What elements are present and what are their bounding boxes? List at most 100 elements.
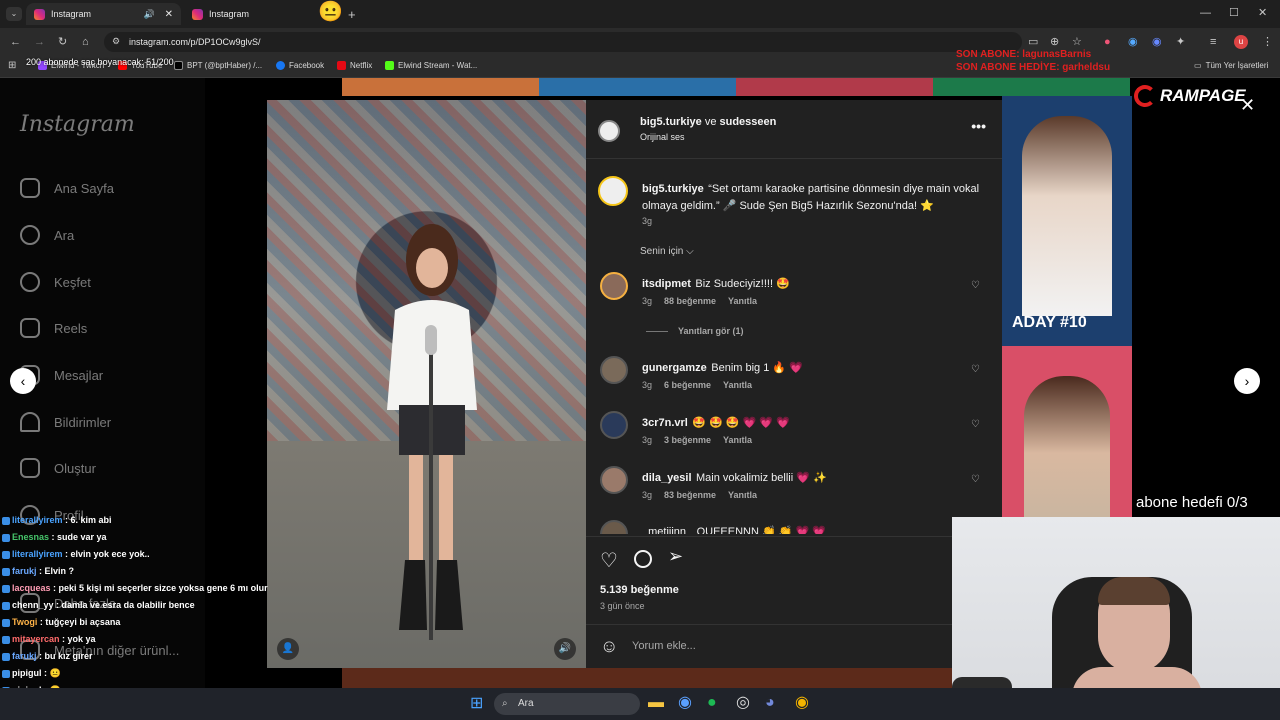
reload-icon[interactable]: ↻ <box>58 37 67 48</box>
nav-create[interactable]: Oluştur <box>20 458 96 478</box>
nav-explore[interactable]: Keşfet <box>20 272 91 292</box>
chat-username[interactable]: mitayercan <box>12 634 60 644</box>
chat-username[interactable]: chenn_yy <box>12 600 54 610</box>
bookmark-item[interactable]: Netflix <box>337 61 372 70</box>
chat-text: yok ya <box>67 634 96 644</box>
sub-goal-overlay: abone hedefi 0/3 <box>1136 494 1248 511</box>
subscriber-badge-icon <box>2 584 10 593</box>
like-comment-heart-icon[interactable]: ♡ <box>971 280 980 291</box>
extension-icon[interactable]: ◉ <box>1128 37 1138 48</box>
nav-reels[interactable]: Reels <box>20 318 87 338</box>
view-replies-button[interactable]: Yanıtları gör (1) <box>646 326 744 336</box>
nav-home[interactable]: Ana Sayfa <box>20 178 114 198</box>
file-explorer-icon[interactable]: ▬ <box>648 695 664 711</box>
zoom-icon[interactable]: ⊕ <box>1050 37 1059 48</box>
nav-notifications[interactable]: Bildirimler <box>20 412 111 432</box>
back-icon[interactable]: ← <box>10 37 21 48</box>
close-tab-icon[interactable]: ✕ <box>165 9 173 20</box>
previous-post-arrow-icon[interactable]: ‹ <box>10 368 36 394</box>
cast-icon[interactable]: ▭ <box>1028 37 1038 48</box>
bookmark-item[interactable]: BPT (@bptHaber) /... <box>174 61 262 70</box>
discord-icon[interactable]: ◕ <box>765 695 775 711</box>
bookmark-star-icon[interactable]: ☆ <box>1072 37 1082 48</box>
chat-text: sude var ya <box>57 532 107 542</box>
chat-username[interactable]: Twogi <box>12 617 37 627</box>
obs-icon[interactable]: ◎ <box>736 695 750 711</box>
audio-link[interactable]: Orijinal ses <box>640 132 685 142</box>
post-details-panel: big5.turkiye ve sudesseen Orijinal ses •… <box>586 100 1002 668</box>
chat-username[interactable]: literallyirem <box>12 549 63 559</box>
extension-icon[interactable]: ◉ <box>1152 37 1162 48</box>
menu-kebab-icon[interactable]: ⋮ <box>1262 37 1273 48</box>
url-field[interactable]: ⚙ instagram.com/p/DP1OCw9glvS/ <box>104 32 1022 52</box>
instagram-logo[interactable]: Instagram <box>20 112 135 137</box>
post-media-video[interactable]: 👤 🔊 <box>267 100 586 668</box>
subscriber-badge-icon <box>2 652 10 661</box>
last-sub-overlay: SON ABONE: lagunasBarnis SON ABONE HEDİY… <box>956 49 1111 73</box>
new-tab-icon[interactable]: + <box>348 8 356 21</box>
tab-search-icon[interactable]: ⌄ <box>6 7 22 21</box>
audio-playing-icon[interactable]: 🔊 <box>144 9 155 20</box>
media-control-icon[interactable]: ≡ <box>1210 37 1216 48</box>
like-comment-heart-icon[interactable]: ♡ <box>971 364 980 375</box>
tab-instagram-active[interactable]: Instagram 🔊 ✕ <box>26 3 181 25</box>
chat-message: farukj : Elvin ? <box>2 566 74 576</box>
chat-username[interactable]: Enesnas <box>12 532 49 542</box>
author-link[interactable]: big5.turkiye <box>640 116 702 128</box>
taskbar-search[interactable]: ⌕ Ara <box>494 693 640 715</box>
like-heart-icon[interactable]: ♡ <box>600 548 618 573</box>
coauthor-link[interactable]: sudesseen <box>720 116 777 128</box>
comment-filter-dropdown[interactable]: Senin için ⌵ <box>640 246 694 257</box>
post-header: big5.turkiye ve sudesseen <box>640 116 777 128</box>
spotify-icon[interactable]: ● <box>707 695 717 711</box>
minimize-icon[interactable]: — <box>1200 8 1211 19</box>
home-icon[interactable]: ⌂ <box>82 37 89 48</box>
bookmark-item[interactable]: Facebook <box>276 61 324 70</box>
subscriber-badge-icon <box>2 567 10 576</box>
chat-username[interactable]: literallyirem <box>12 515 63 525</box>
next-post-arrow-icon[interactable]: › <box>1234 368 1260 394</box>
browser-icon[interactable]: ◉ <box>678 695 692 711</box>
tab-instagram[interactable]: Instagram <box>184 3 339 25</box>
chat-username[interactable]: farukj <box>12 566 37 576</box>
author-avatar[interactable] <box>598 120 620 142</box>
profile-avatar-icon[interactable]: u <box>1234 35 1248 49</box>
commenter-avatar[interactable] <box>600 520 628 534</box>
commenter-avatar[interactable] <box>600 411 628 439</box>
commenter-avatar[interactable] <box>600 272 628 300</box>
like-count[interactable]: 5.139 beğenme <box>600 584 679 596</box>
like-comment-heart-icon[interactable]: ♡ <box>971 474 980 485</box>
bookmark-item[interactable]: Elwind Stream - Wat... <box>385 61 477 70</box>
share-paper-plane-icon[interactable]: ➢ <box>668 546 683 567</box>
chat-text: Elvin ? <box>44 566 75 576</box>
maximize-icon[interactable]: ☐ <box>1229 8 1239 19</box>
more-options-icon[interactable]: ••• <box>971 118 986 134</box>
volume-icon[interactable]: 🔊 <box>554 638 576 660</box>
windows-start-icon[interactable]: ⊞ <box>470 696 483 712</box>
nav-search[interactable]: Ara <box>20 225 74 245</box>
x-icon <box>174 61 183 70</box>
search-icon <box>20 225 40 245</box>
all-bookmarks[interactable]: ▭ Tüm Yer İşaretleri <box>1194 61 1268 70</box>
comment-bubble-icon[interactable] <box>634 550 652 568</box>
extension-icon[interactable]: ● <box>1104 37 1111 48</box>
chat-username[interactable]: pipigul <box>12 668 42 678</box>
caption-avatar[interactable] <box>598 176 628 206</box>
chat-message: farukj : bu kız girer <box>2 651 93 661</box>
commenter-avatar[interactable] <box>600 466 628 494</box>
chrome-icon[interactable]: ◉ <box>795 695 809 711</box>
site-info-icon[interactable]: ⚙ <box>112 37 120 46</box>
chat-username[interactable]: lacqueas <box>12 583 51 593</box>
subscriber-badge-icon <box>2 550 10 559</box>
like-comment-heart-icon[interactable]: ♡ <box>971 419 980 430</box>
chat-username[interactable]: farukj <box>12 651 37 661</box>
add-comment-input[interactable]: Yorum ekle... <box>632 640 696 652</box>
forward-icon[interactable]: → <box>34 37 45 48</box>
close-window-icon[interactable]: ✕ <box>1258 8 1267 19</box>
instagram-favicon-icon <box>34 8 45 20</box>
apps-grid-icon[interactable]: ⊞ <box>8 61 16 71</box>
commenter-avatar[interactable] <box>600 356 628 384</box>
extensions-puzzle-icon[interactable]: ✦ <box>1176 37 1185 48</box>
emoji-picker-icon[interactable]: ☺ <box>600 636 618 657</box>
subscriber-badge-icon <box>2 669 10 678</box>
